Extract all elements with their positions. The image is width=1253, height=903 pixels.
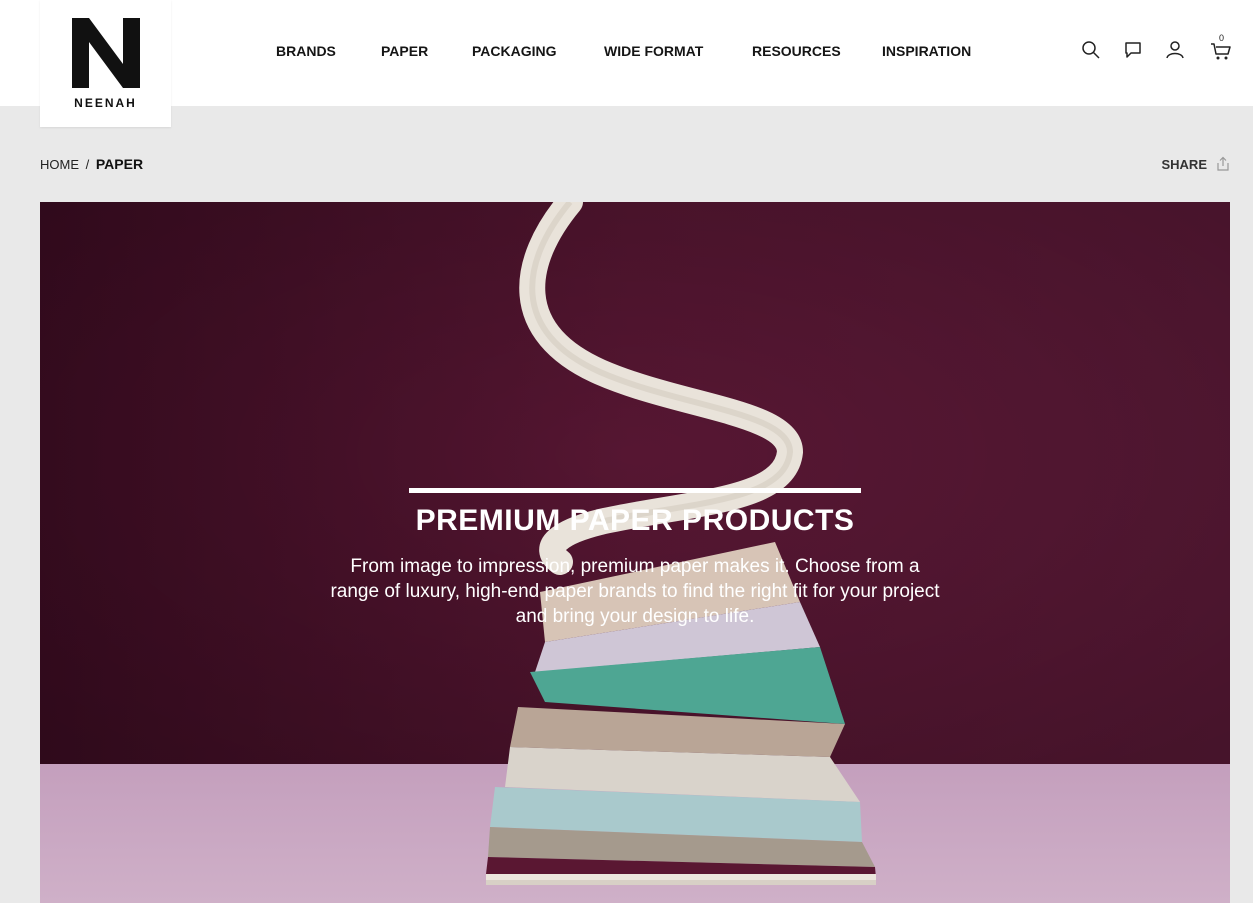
nav-paper[interactable]: PAPER (381, 43, 428, 59)
breadcrumb: HOME / PAPER (40, 156, 143, 172)
nav-packaging[interactable]: PACKAGING (472, 43, 557, 59)
breadcrumb-separator: / (85, 157, 90, 172)
share-label: SHARE (1161, 156, 1207, 172)
nav-brands[interactable]: BRANDS (276, 43, 336, 59)
share-icon (1217, 156, 1229, 171)
logo-n-mark (72, 18, 140, 88)
hero-title: PREMIUM PAPER PRODUCTS (415, 504, 855, 537)
nav-inspiration[interactable]: INSPIRATION (882, 43, 971, 59)
hero-description: From image to impression, premium paper … (330, 556, 940, 627)
logo-wordmark: NEENAH (74, 96, 137, 110)
breadcrumb-current: PAPER (95, 156, 144, 172)
user-icon[interactable] (1165, 40, 1185, 60)
search-icon[interactable] (1081, 40, 1101, 60)
hero-divider (409, 488, 861, 493)
nav-resources[interactable]: RESOURCES (752, 43, 841, 59)
cart-icon[interactable] (1210, 42, 1232, 62)
chat-icon[interactable] (1123, 40, 1143, 60)
share-button[interactable]: SHARE (1161, 156, 1231, 172)
site-header: NEENAH BRANDS PAPER PACKAGING WIDE FORMA… (0, 0, 1253, 127)
hero-banner: PREMIUM PAPER PRODUCTS From image to imp… (40, 202, 1230, 903)
cart-count-badge: 0 (1219, 33, 1225, 43)
nav-wide-format[interactable]: WIDE FORMAT (604, 43, 703, 59)
hero-image (40, 202, 1230, 903)
neenah-logo[interactable]: NEENAH (40, 0, 171, 127)
breadcrumb-home[interactable]: HOME (40, 157, 79, 172)
